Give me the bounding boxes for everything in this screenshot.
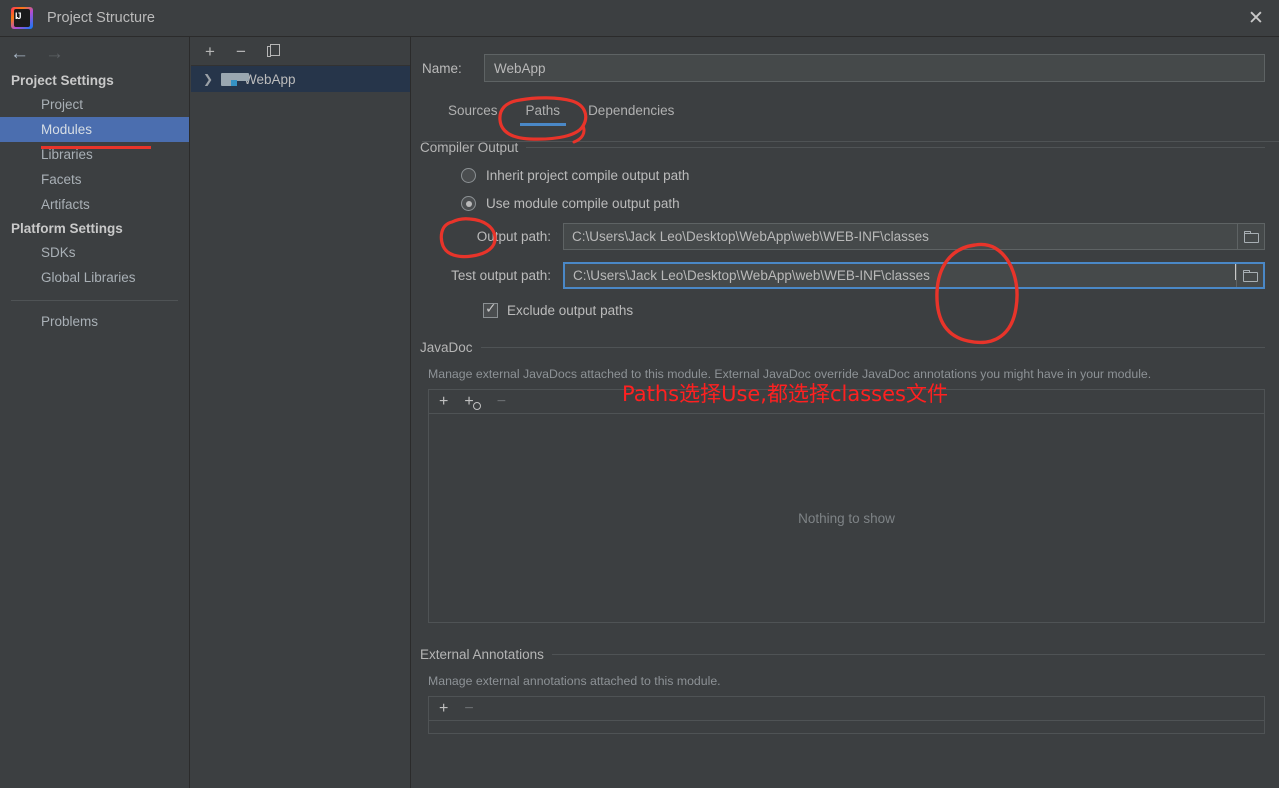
close-icon[interactable]: ✕ bbox=[1233, 0, 1279, 36]
plus-globe-icon[interactable]: + bbox=[464, 393, 481, 410]
sidebar-item-facets[interactable]: Facets bbox=[0, 167, 189, 192]
compiler-output-section: Compiler Output Inherit project compile … bbox=[420, 140, 1265, 318]
radio-use-module-output[interactable]: Use module compile output path bbox=[461, 196, 1265, 211]
sidebar-group-project-settings: Project Settings bbox=[11, 73, 114, 88]
chevron-right-icon[interactable]: ❯ bbox=[203, 72, 214, 86]
exclude-output-paths-row[interactable]: Exclude output paths bbox=[483, 301, 1265, 318]
tab-dependencies[interactable]: Dependencies bbox=[574, 103, 688, 126]
output-path-value[interactable]: C:\Users\Jack Leo\Desktop\WebApp\web\WEB… bbox=[564, 224, 1237, 249]
title-bar: IJ Project Structure ✕ bbox=[0, 0, 1279, 37]
section-rule bbox=[480, 347, 1265, 348]
exclude-output-paths-label: Exclude output paths bbox=[507, 303, 634, 318]
sidebar-divider bbox=[11, 300, 178, 301]
module-settings-panel: Name: WebApp Sources Paths Dependencies … bbox=[412, 37, 1279, 788]
sidebar-group-platform-settings: Platform Settings bbox=[11, 221, 123, 236]
minus-icon[interactable]: − bbox=[464, 700, 473, 717]
output-path-row: Output path: C:\Users\Jack Leo\Desktop\W… bbox=[420, 223, 1265, 250]
javadoc-title: JavaDoc bbox=[420, 340, 473, 355]
minus-icon[interactable]: − bbox=[497, 393, 506, 410]
section-rule bbox=[526, 147, 1265, 148]
name-input[interactable]: WebApp bbox=[484, 54, 1265, 82]
javadoc-section: JavaDoc Manage external JavaDocs attache… bbox=[420, 340, 1265, 623]
arrow-left-icon[interactable]: ← bbox=[10, 44, 29, 63]
external-annotations-toolbar: + − bbox=[428, 696, 1265, 720]
plus-icon[interactable]: + bbox=[439, 393, 448, 410]
window-title: Project Structure bbox=[47, 10, 155, 26]
sidebar-item-problems[interactable]: Problems bbox=[0, 309, 189, 334]
sidebar-item-project[interactable]: Project bbox=[0, 92, 189, 117]
module-tree-panel: + − ❯ WebApp bbox=[191, 37, 411, 788]
external-annotations-description: Manage external annotations attached to … bbox=[428, 674, 721, 688]
sidebar-item-modules[interactable]: Modules bbox=[0, 117, 189, 142]
navigation-arrows: ← → bbox=[0, 37, 189, 69]
javadoc-header: JavaDoc bbox=[420, 340, 1265, 355]
folder-browse-icon[interactable] bbox=[1237, 224, 1264, 249]
output-path-label: Output path: bbox=[476, 229, 551, 244]
settings-sidebar: ← → Project Settings Project Modules Lib… bbox=[0, 37, 190, 788]
test-output-path-field[interactable]: C:\Users\Jack Leo\Desktop\WebApp\web\WEB… bbox=[563, 262, 1265, 289]
section-rule bbox=[551, 654, 1265, 655]
sidebar-item-sdks[interactable]: SDKs bbox=[0, 240, 189, 265]
arrow-right-icon[interactable]: → bbox=[45, 44, 64, 63]
compiler-output-title: Compiler Output bbox=[420, 140, 519, 155]
tab-sources[interactable]: Sources bbox=[434, 103, 512, 126]
module-name-label: WebApp bbox=[244, 71, 296, 87]
compiler-output-header: Compiler Output bbox=[420, 140, 1265, 155]
radio-button-icon[interactable] bbox=[461, 168, 476, 183]
output-path-field[interactable]: C:\Users\Jack Leo\Desktop\WebApp\web\WEB… bbox=[563, 223, 1265, 250]
checkbox-checked-icon[interactable] bbox=[483, 301, 498, 318]
module-tree-toolbar: + − bbox=[191, 37, 410, 66]
test-output-path-row: Test output path: C:\Users\Jack Leo\Desk… bbox=[420, 262, 1265, 289]
test-output-path-value[interactable]: C:\Users\Jack Leo\Desktop\WebApp\web\WEB… bbox=[565, 264, 1234, 287]
minus-icon[interactable]: − bbox=[236, 43, 246, 60]
copy-icon[interactable] bbox=[266, 44, 280, 58]
intellij-idea-logo-icon: IJ bbox=[11, 7, 33, 29]
radio-inherit-project-output[interactable]: Inherit project compile output path bbox=[461, 168, 1265, 183]
folder-browse-icon[interactable] bbox=[1236, 264, 1263, 287]
radio-inherit-label: Inherit project compile output path bbox=[486, 168, 690, 183]
radio-use-module-label: Use module compile output path bbox=[486, 196, 680, 211]
project-structure-dialog: IJ Project Structure ✕ ← → Project Setti… bbox=[0, 0, 1279, 788]
module-tabs: Sources Paths Dependencies bbox=[434, 92, 1279, 126]
plus-icon[interactable]: + bbox=[439, 700, 448, 717]
tab-paths[interactable]: Paths bbox=[512, 103, 575, 126]
plus-icon[interactable]: + bbox=[205, 43, 215, 60]
external-annotations-section: External Annotations Manage external ann… bbox=[420, 647, 1265, 734]
javadoc-list[interactable]: Nothing to show bbox=[428, 413, 1265, 623]
tabs-divider bbox=[422, 141, 1279, 142]
name-label: Name: bbox=[422, 60, 462, 76]
external-annotations-header: External Annotations bbox=[420, 647, 1265, 662]
sidebar-item-libraries[interactable]: Libraries bbox=[0, 142, 189, 167]
sidebar-item-artifacts[interactable]: Artifacts bbox=[0, 192, 189, 217]
table-row[interactable]: ❯ WebApp bbox=[191, 66, 410, 92]
empty-state-label: Nothing to show bbox=[798, 510, 895, 526]
module-folder-icon bbox=[221, 72, 249, 86]
javadoc-toolbar: + + − bbox=[428, 389, 1265, 413]
radio-button-selected-icon[interactable] bbox=[461, 196, 476, 211]
sidebar-item-global-libraries[interactable]: Global Libraries bbox=[0, 265, 189, 290]
test-output-path-label: Test output path: bbox=[451, 268, 551, 283]
module-name-row: Name: WebApp bbox=[422, 53, 1265, 83]
javadoc-description: Manage external JavaDocs attached to thi… bbox=[428, 367, 1152, 381]
external-annotations-list[interactable] bbox=[428, 720, 1265, 734]
external-annotations-title: External Annotations bbox=[420, 647, 544, 662]
